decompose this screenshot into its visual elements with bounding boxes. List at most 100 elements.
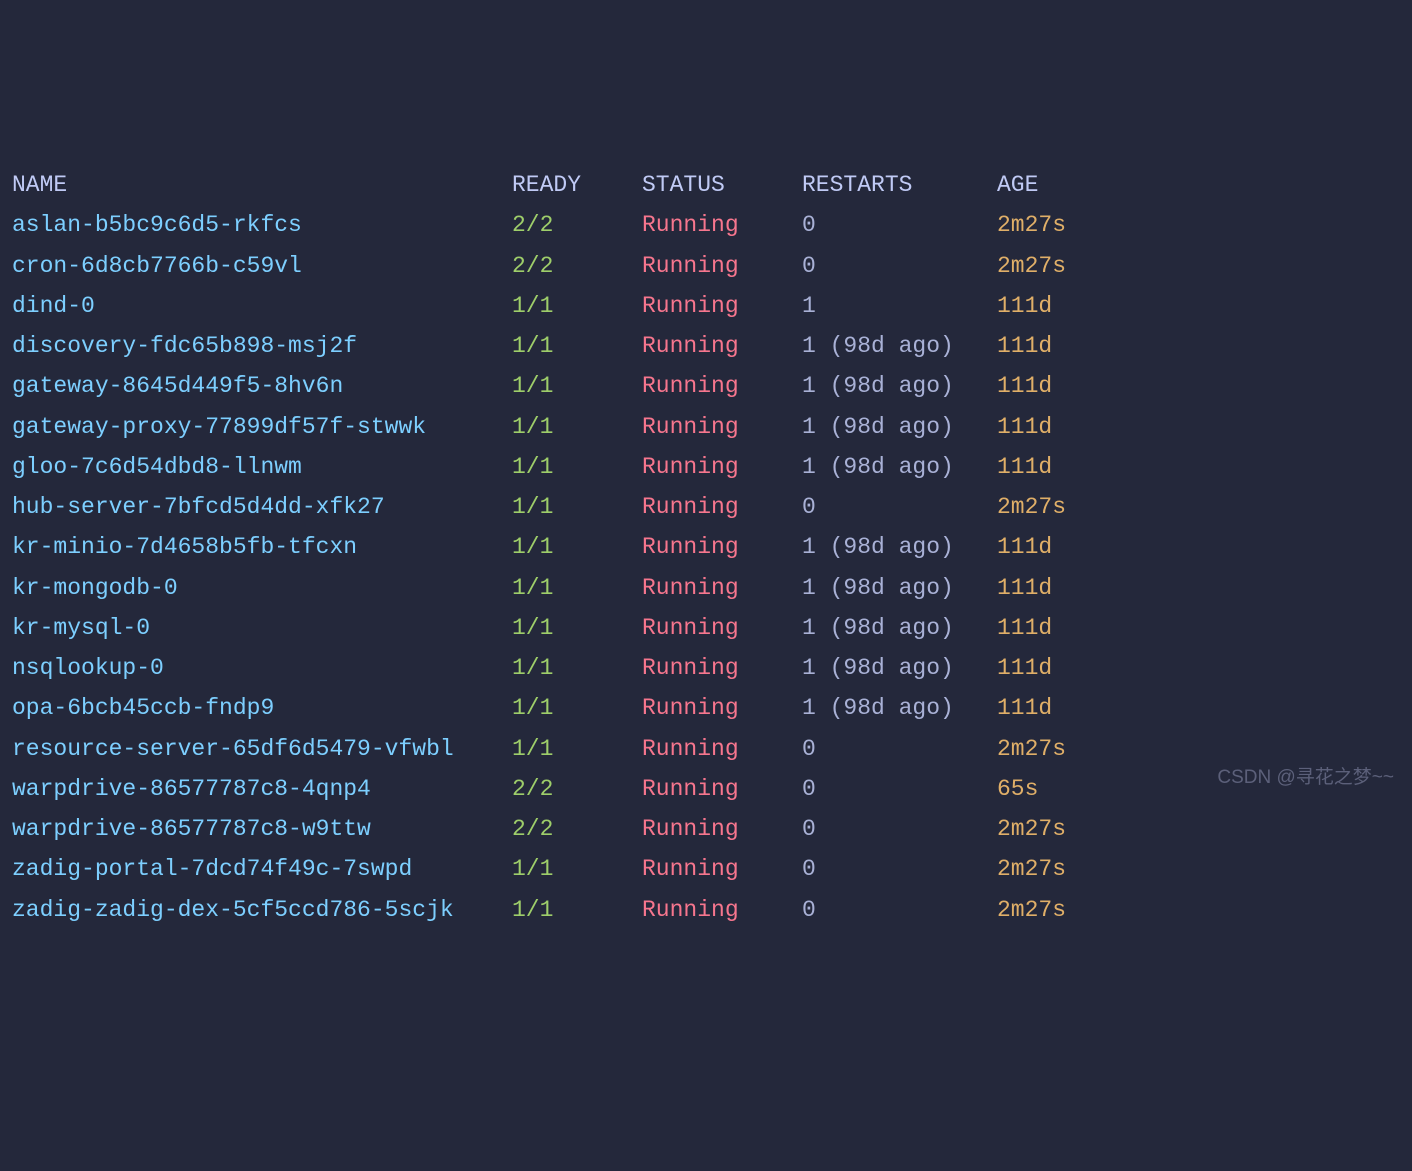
table-row: kr-mongodb-01/1Running1 (98d ago)111d — [12, 568, 1400, 608]
pod-ready: 2/2 — [512, 246, 642, 286]
pod-age: 2m27s — [997, 246, 1066, 286]
pod-status: Running — [642, 205, 802, 245]
table-row: opa-6bcb45ccb-fndp91/1Running1 (98d ago)… — [12, 688, 1400, 728]
header-ready: READY — [512, 165, 642, 205]
pod-status: Running — [642, 890, 802, 930]
pod-name: cron-6d8cb7766b-c59vl — [12, 246, 512, 286]
table-row: hub-server-7bfcd5d4dd-xfk271/1Running02m… — [12, 487, 1400, 527]
pod-status: Running — [642, 769, 802, 809]
pod-age: 111d — [997, 688, 1052, 728]
pod-name: resource-server-65df6d5479-vfwbl — [12, 729, 512, 769]
pod-ready: 2/2 — [512, 769, 642, 809]
pod-status: Running — [642, 246, 802, 286]
table-row: gloo-7c6d54dbd8-llnwm1/1Running1 (98d ag… — [12, 447, 1400, 487]
pod-status: Running — [642, 286, 802, 326]
pod-status: Running — [642, 326, 802, 366]
pod-name: kr-minio-7d4658b5fb-tfcxn — [12, 527, 512, 567]
table-row: gateway-8645d449f5-8hv6n1/1Running1 (98d… — [12, 366, 1400, 406]
pod-status: Running — [642, 648, 802, 688]
header-age: AGE — [997, 165, 1038, 205]
pod-name: discovery-fdc65b898-msj2f — [12, 326, 512, 366]
table-row: kr-mysql-01/1Running1 (98d ago)111d — [12, 608, 1400, 648]
pod-ready: 1/1 — [512, 487, 642, 527]
table-row: warpdrive-86577787c8-w9ttw2/2Running02m2… — [12, 809, 1400, 849]
pod-status: Running — [642, 366, 802, 406]
table-row: dind-01/1Running1111d — [12, 286, 1400, 326]
pod-restarts: 1 — [802, 286, 997, 326]
table-row: discovery-fdc65b898-msj2f1/1Running1 (98… — [12, 326, 1400, 366]
pod-ready: 2/2 — [512, 205, 642, 245]
pod-ready: 1/1 — [512, 568, 642, 608]
pod-age: 2m27s — [997, 809, 1066, 849]
pod-age: 2m27s — [997, 205, 1066, 245]
pod-restarts: 1 (98d ago) — [802, 407, 997, 447]
pod-name: hub-server-7bfcd5d4dd-xfk27 — [12, 487, 512, 527]
pod-age: 2m27s — [997, 849, 1066, 889]
watermark: CSDN @寻花之梦~~ — [1217, 761, 1394, 794]
header-name: NAME — [12, 165, 512, 205]
pod-status: Running — [642, 729, 802, 769]
pod-ready: 1/1 — [512, 729, 642, 769]
pod-name: gateway-8645d449f5-8hv6n — [12, 366, 512, 406]
pod-name: gloo-7c6d54dbd8-llnwm — [12, 447, 512, 487]
pod-name: zadig-portal-7dcd74f49c-7swpd — [12, 849, 512, 889]
pod-ready: 1/1 — [512, 527, 642, 567]
pod-age: 111d — [997, 568, 1052, 608]
pod-status: Running — [642, 809, 802, 849]
table-row: zadig-zadig-dex-5cf5ccd786-5scjk1/1Runni… — [12, 890, 1400, 930]
pod-status: Running — [642, 849, 802, 889]
pod-restarts: 1 (98d ago) — [802, 648, 997, 688]
pod-age: 2m27s — [997, 890, 1066, 930]
pod-restarts: 1 (98d ago) — [802, 608, 997, 648]
pod-name: opa-6bcb45ccb-fndp9 — [12, 688, 512, 728]
table-row: cron-6d8cb7766b-c59vl2/2Running02m27s — [12, 246, 1400, 286]
pod-restarts: 1 (98d ago) — [802, 326, 997, 366]
pod-status: Running — [642, 688, 802, 728]
pod-name: warpdrive-86577787c8-4qnp4 — [12, 769, 512, 809]
pod-restarts: 0 — [802, 769, 997, 809]
pod-ready: 2/2 — [512, 809, 642, 849]
pod-age: 111d — [997, 286, 1052, 326]
pod-ready: 1/1 — [512, 326, 642, 366]
pod-restarts: 0 — [802, 729, 997, 769]
pod-name: kr-mongodb-0 — [12, 568, 512, 608]
pod-age: 111d — [997, 407, 1052, 447]
table-header-row: NAMEREADYSTATUSRESTARTSAGE — [12, 165, 1400, 205]
pod-ready: 1/1 — [512, 890, 642, 930]
pod-ready: 1/1 — [512, 688, 642, 728]
pod-age: 111d — [997, 648, 1052, 688]
header-status: STATUS — [642, 165, 802, 205]
pod-name: nsqlookup-0 — [12, 648, 512, 688]
pod-restarts: 0 — [802, 246, 997, 286]
pod-restarts: 0 — [802, 809, 997, 849]
pod-age: 111d — [997, 608, 1052, 648]
table-row: gateway-proxy-77899df57f-stwwk1/1Running… — [12, 407, 1400, 447]
pod-ready: 1/1 — [512, 407, 642, 447]
pod-status: Running — [642, 407, 802, 447]
pod-restarts: 1 (98d ago) — [802, 527, 997, 567]
pod-restarts: 0 — [802, 487, 997, 527]
pod-age: 111d — [997, 326, 1052, 366]
pod-restarts: 1 (98d ago) — [802, 447, 997, 487]
pod-name: kr-mysql-0 — [12, 608, 512, 648]
pod-ready: 1/1 — [512, 366, 642, 406]
pod-age: 111d — [997, 447, 1052, 487]
pod-age: 111d — [997, 527, 1052, 567]
pod-status: Running — [642, 568, 802, 608]
pod-status: Running — [642, 487, 802, 527]
pod-status: Running — [642, 608, 802, 648]
pod-restarts: 1 (98d ago) — [802, 568, 997, 608]
pod-restarts: 1 (98d ago) — [802, 366, 997, 406]
pod-name: dind-0 — [12, 286, 512, 326]
pod-ready: 1/1 — [512, 286, 642, 326]
pod-restarts: 1 (98d ago) — [802, 688, 997, 728]
pod-ready: 1/1 — [512, 849, 642, 889]
table-row: kr-minio-7d4658b5fb-tfcxn1/1Running1 (98… — [12, 527, 1400, 567]
header-restarts: RESTARTS — [802, 165, 997, 205]
pod-name: gateway-proxy-77899df57f-stwwk — [12, 407, 512, 447]
pod-age: 111d — [997, 366, 1052, 406]
pod-name: aslan-b5bc9c6d5-rkfcs — [12, 205, 512, 245]
table-row: zadig-portal-7dcd74f49c-7swpd1/1Running0… — [12, 849, 1400, 889]
pod-ready: 1/1 — [512, 608, 642, 648]
pod-restarts: 0 — [802, 890, 997, 930]
